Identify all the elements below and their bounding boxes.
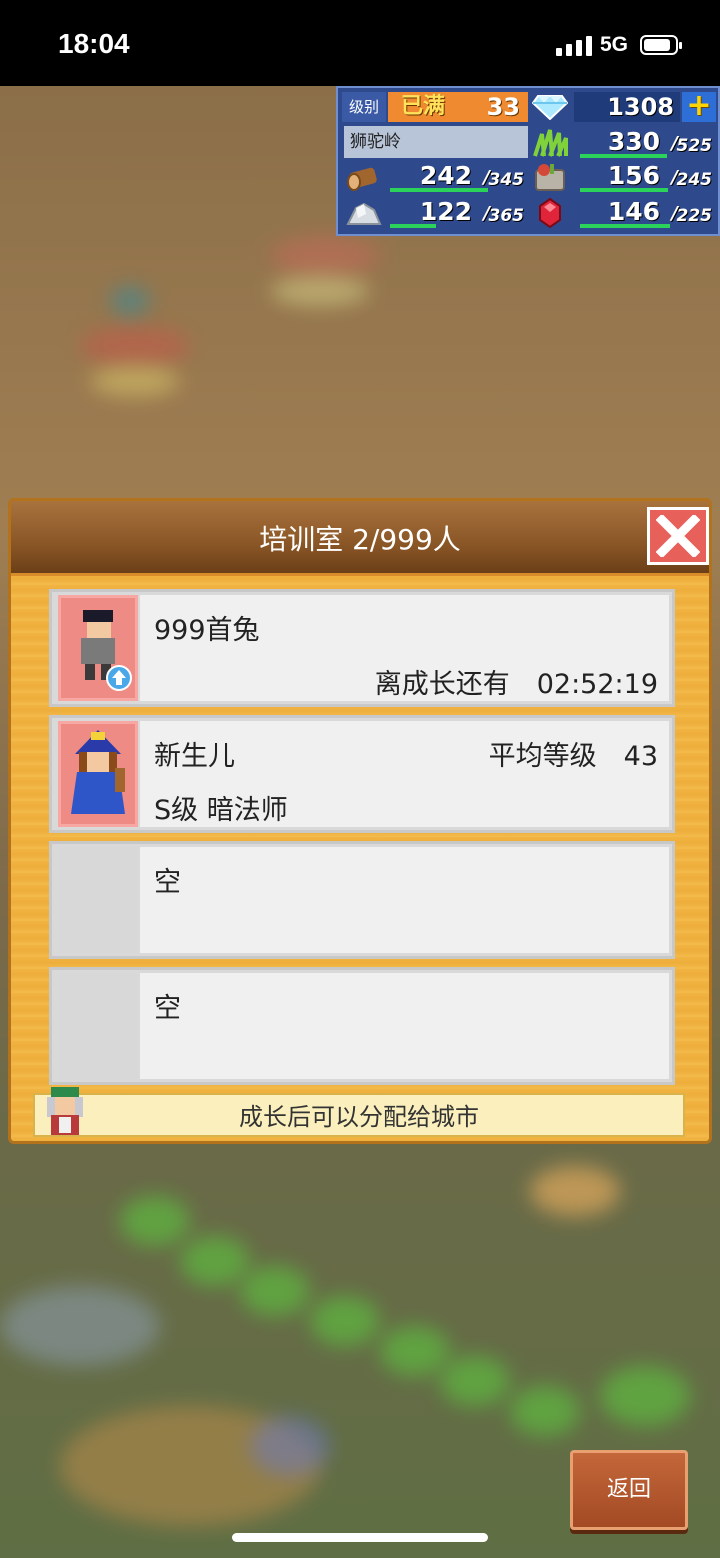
level-label: 级别 xyxy=(342,92,386,122)
wood-log-icon xyxy=(346,162,382,192)
add-gems-button[interactable]: + xyxy=(682,91,716,122)
growth-timer: 离成长还有 02:52:19 xyxy=(374,669,658,700)
empty-portrait xyxy=(58,847,138,953)
battery-icon xyxy=(640,35,682,55)
empty-slot-label: 空 xyxy=(154,993,181,1024)
status-bar: 18:04 5G xyxy=(0,0,720,86)
trainee-name: 999首兔 xyxy=(154,615,260,646)
trainee-portrait xyxy=(58,595,138,701)
food-max: 245 xyxy=(676,170,713,190)
grass-resource: 330 / 525 xyxy=(578,126,716,158)
food-resource: 156 / 245 xyxy=(578,160,716,192)
grass-icon xyxy=(532,128,568,158)
empty-slot-label: 空 xyxy=(154,867,181,898)
wood-max: 345 xyxy=(488,170,525,190)
trainee-row[interactable]: 999首兔 离成长还有 02:52:19 xyxy=(49,589,675,707)
empty-portrait xyxy=(58,973,138,1079)
red-gem-max: 225 xyxy=(676,206,713,226)
hint-bar: 成长后可以分配给城市 xyxy=(33,1087,685,1137)
dark-mage-icon xyxy=(71,730,125,814)
diamond-icon xyxy=(531,94,569,121)
network-label: 5G xyxy=(600,33,629,56)
wood-resource: 242 / 345 xyxy=(388,160,528,192)
ore-max: 365 xyxy=(488,206,525,226)
grass-max: 525 xyxy=(676,136,713,156)
food-bag-icon xyxy=(532,162,568,192)
home-indicator[interactable] xyxy=(232,1533,488,1542)
signal-icon xyxy=(556,36,592,56)
grass-bar xyxy=(580,154,667,158)
red-gem-bar xyxy=(580,224,670,228)
trainee-name: 新生儿 xyxy=(154,741,235,772)
trainee-row[interactable]: 新生儿 平均等级 43 S级 暗法师 xyxy=(49,715,675,833)
child-villager-icon xyxy=(81,610,132,691)
ore-rock-icon xyxy=(346,198,382,228)
town-name: 狮驼岭 xyxy=(344,126,528,158)
red-gem-icon xyxy=(532,197,568,229)
empty-slot-row[interactable]: 空 xyxy=(49,841,675,959)
clock: 18:04 xyxy=(58,28,130,59)
level-max-label: 已满 xyxy=(388,92,458,122)
average-level: 平均等级 43 xyxy=(488,741,658,772)
level-value: 33 xyxy=(458,92,528,122)
food-bar xyxy=(580,188,669,192)
empty-slot-row[interactable]: 空 xyxy=(49,967,675,1085)
hint-text: 成长后可以分配给城市 xyxy=(239,1103,479,1131)
resource-hud: 级别 已满 33 1308 + 狮驼岭 330 / 525 242 / 345 … xyxy=(336,86,720,236)
gem-count: 1308 xyxy=(574,92,680,122)
close-button[interactable] xyxy=(647,507,709,565)
training-room-dialog: 培训室 2/999人 999首兔 离成长还有 02:52:19 新生儿 平均等级… xyxy=(8,498,712,1144)
red-gem-resource: 146 / 225 xyxy=(578,196,716,228)
back-button[interactable]: 返回 xyxy=(570,1450,688,1530)
ore-resource: 122 / 365 xyxy=(388,196,528,228)
dialog-title: 培训室 2/999人 xyxy=(259,523,461,556)
ore-bar xyxy=(390,224,437,228)
trainee-class: S级 暗法师 xyxy=(154,795,288,826)
close-icon xyxy=(656,515,700,557)
trainee-portrait xyxy=(58,721,138,827)
wood-bar xyxy=(390,188,488,192)
